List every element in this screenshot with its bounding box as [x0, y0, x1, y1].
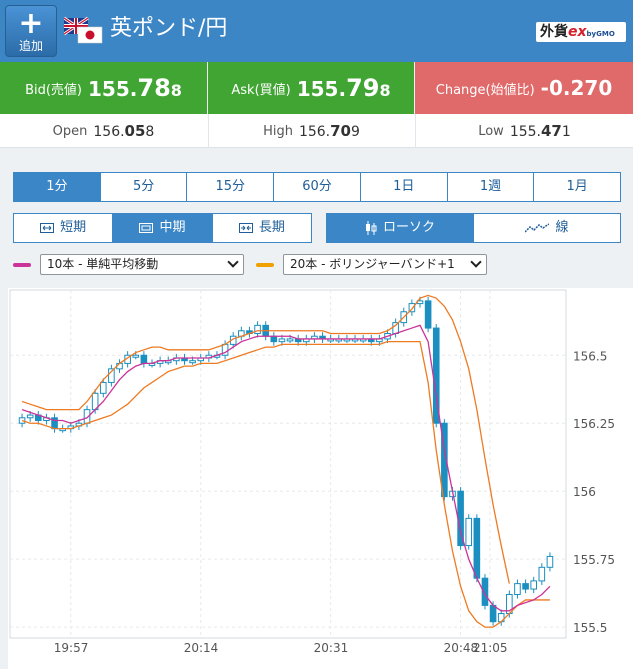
- open-cell: Open 156.058: [0, 114, 207, 148]
- bb-indicator-label: 20本 - ボリンジャーバンド+1: [290, 257, 455, 271]
- gbp-jpy-flag-icon: [64, 16, 103, 44]
- price-chart[interactable]: 156.5 156.25 156 155.75 155.5 19:57 20:14 20:31…: [8, 288, 633, 669]
- plus-icon: +: [18, 6, 44, 41]
- ma-color-swatch: [13, 263, 31, 267]
- price-row: Bid(売値) 155.788 Ask(買値) 155.798 Change(始…: [0, 62, 633, 114]
- add-button[interactable]: + 追加: [5, 5, 57, 57]
- candle-body: [132, 354, 140, 358]
- y-tick-label: 156: [573, 485, 596, 499]
- candle-body: [424, 300, 432, 329]
- x-tick-label: 19:57: [54, 641, 89, 655]
- candle-body: [26, 414, 34, 419]
- candle-body: [99, 381, 107, 394]
- high-cell: High 156.709: [208, 114, 414, 148]
- bid-price-cell[interactable]: Bid(売値) 155.788: [0, 62, 207, 114]
- candle-body: [140, 354, 148, 364]
- bid-value: 155.788: [88, 74, 182, 102]
- logo-sub-text: byGMO: [586, 30, 615, 38]
- app-window: + 追加 英ポンド/円 外貨exbyGMO Bid(売値) 155.788 As…: [0, 0, 633, 669]
- ma-indicator-select[interactable]: 10本 - 単純平均移動: [40, 254, 244, 275]
- ask-price-cell[interactable]: Ask(買値) 155.798: [208, 62, 414, 114]
- x-tick-label: 20:14: [184, 641, 219, 655]
- candle-body: [189, 360, 196, 364]
- y-tick-label: 155.5: [573, 621, 607, 635]
- x-tick-label: 20:31: [314, 641, 349, 655]
- chart-background: [8, 288, 633, 669]
- low-value: 155.471: [509, 122, 571, 140]
- tab-60min[interactable]: 60分: [274, 173, 361, 201]
- bb-color-swatch: [256, 263, 274, 267]
- y-tick-label: 155.75: [573, 553, 615, 567]
- bb-indicator-select[interactable]: 20本 - ボリンジャーバンド+1: [283, 254, 487, 275]
- candle-body: [278, 338, 286, 343]
- open-label: Open: [52, 123, 88, 139]
- candle-body: [514, 583, 521, 595]
- compress-horizontal-icon: [238, 222, 253, 233]
- low-label: Low: [478, 123, 504, 139]
- range-toggle: 短期 中期 長期: [13, 213, 312, 243]
- range-mid-button[interactable]: 中期: [113, 214, 213, 242]
- currency-pair-title: 英ポンド/円: [110, 16, 228, 41]
- add-button-label: 追加: [18, 39, 43, 53]
- chart-type-toggle: ローソク 線: [326, 213, 621, 243]
- y-tick-label: 156.25: [573, 417, 615, 431]
- x-tick-label: 21:05: [473, 641, 508, 655]
- range-short-button[interactable]: 短期: [14, 214, 114, 242]
- change-value: -0.270: [540, 76, 613, 100]
- ask-value: 155.798: [296, 74, 391, 102]
- candle-body: [254, 324, 261, 334]
- candle-body: [489, 604, 497, 623]
- candlestick-icon: [365, 220, 377, 235]
- change-label: Change(始値比): [435, 82, 535, 98]
- change-cell: Change(始値比) -0.270: [415, 62, 633, 114]
- candle-body: [465, 517, 473, 547]
- tab-1day[interactable]: 1日: [361, 173, 448, 201]
- line-chart-icon: [525, 222, 550, 233]
- candle-body: [286, 338, 294, 342]
- logo-ex-text: ex: [568, 24, 587, 40]
- ma-indicator-label: 10本 - 単純平均移動: [47, 257, 159, 271]
- candle-body: [530, 580, 537, 590]
- candle-body: [522, 583, 529, 590]
- range-short-label: 短期: [60, 220, 87, 235]
- range-long-label: 長期: [258, 220, 285, 235]
- y-tick-label: 156.5: [573, 349, 607, 363]
- ohl-row: Open 156.058 High 156.709 Low 155.471: [0, 114, 633, 148]
- timeframe-tabs: 1分 5分 15分 60分 1日 1週 1月: [13, 172, 621, 202]
- logo-main-text: 外貨: [540, 24, 568, 40]
- frame-icon: [139, 222, 154, 233]
- candle-body: [473, 517, 481, 579]
- bid-label: Bid(売値): [25, 82, 83, 98]
- line-chart-button[interactable]: 線: [474, 214, 620, 242]
- ask-label: Ask(買値): [231, 82, 291, 98]
- candlestick-label: ローソク: [382, 220, 435, 235]
- line-chart-label: 線: [555, 220, 569, 235]
- candle-body: [538, 566, 546, 582]
- range-mid-label: 中期: [159, 220, 186, 235]
- chevron-down-icon: [470, 256, 482, 268]
- candlestick-button[interactable]: ローソク: [327, 214, 474, 242]
- chart-svg[interactable]: 156.5 156.25 156 155.75 155.5 19:57 20:14 20:31…: [8, 288, 633, 669]
- open-value: 156.058: [93, 122, 155, 140]
- high-value: 156.709: [298, 122, 360, 140]
- tab-1min[interactable]: 1分: [14, 173, 101, 201]
- tab-15min[interactable]: 15分: [187, 173, 275, 201]
- expand-horizontal-icon: [40, 222, 55, 233]
- low-cell: Low 155.471: [415, 114, 633, 148]
- high-label: High: [263, 123, 293, 139]
- tab-5min[interactable]: 5分: [101, 173, 188, 201]
- chevron-down-icon: [227, 256, 239, 268]
- header-bar: + 追加 英ポンド/円 外貨exbyGMO: [0, 0, 633, 62]
- candle-body: [270, 335, 278, 343]
- tab-1week[interactable]: 1週: [448, 173, 535, 201]
- brand-logo: 外貨exbyGMO: [536, 22, 626, 42]
- range-long-button[interactable]: 長期: [213, 214, 311, 242]
- candle-body: [546, 555, 554, 568]
- tab-1month[interactable]: 1月: [534, 173, 620, 201]
